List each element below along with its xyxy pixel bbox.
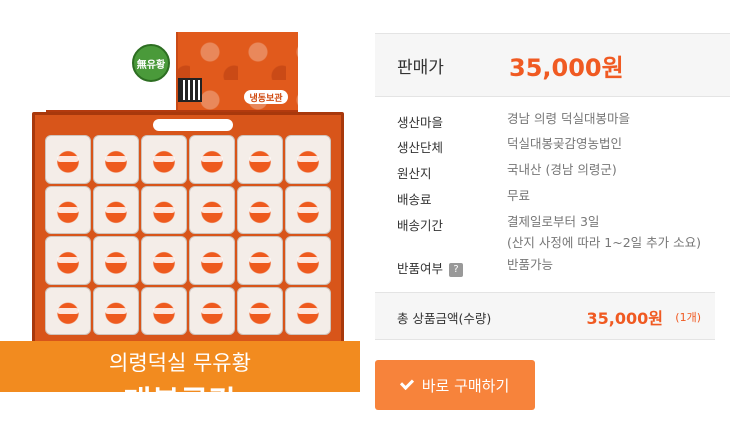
- persimmon-pack: [45, 236, 91, 285]
- spec-label: 생산마을: [397, 115, 444, 130]
- spec-label: 배송기간: [397, 218, 444, 233]
- price-value: 35,000원: [509, 54, 624, 82]
- spec-value: 결제일로부터 3일: [507, 214, 600, 229]
- persimmon-pack: [285, 135, 331, 184]
- caption-title: 대봉곶감: [0, 377, 360, 392]
- qr-code: [178, 78, 202, 102]
- caption-subtitle: 의령덕실 무유황: [109, 351, 251, 375]
- persimmon-pack: [141, 135, 187, 184]
- persimmon-pack: [93, 286, 139, 335]
- price-label: 판매가: [397, 58, 444, 78]
- persimmon-pack: [141, 185, 187, 234]
- persimmon-pack: [237, 135, 283, 184]
- spec-value: 경남 의령 덕실대봉마을: [507, 111, 630, 126]
- spec-label: 반품여부?: [397, 258, 464, 277]
- total-price-box: 총 상품금액(수량) 35,000원 (1개): [375, 292, 715, 340]
- spec-label: 배송료: [397, 192, 432, 207]
- persimmon-pack: [93, 135, 139, 184]
- spec-label: 생산단체: [397, 140, 444, 155]
- spec-value: 반품가능: [507, 257, 554, 272]
- total-quantity: (1개): [675, 311, 701, 324]
- buy-now-label: 바로 구매하기: [421, 376, 510, 395]
- gift-box-lid: 無유황 냉동보관: [46, 32, 298, 113]
- help-icon[interactable]: ?: [449, 263, 464, 277]
- product-info-panel: 판매가 35,000원 생산마을 경남 의령 덕실대봉마을 생산단체 덕실대봉곶…: [375, 0, 730, 424]
- lid-label-panel: 無유황: [46, 32, 202, 110]
- check-icon: [399, 375, 414, 391]
- persimmon-pack: [93, 236, 139, 285]
- total-label: 총 상품금액(수량): [397, 311, 492, 326]
- persimmon-pack: [93, 185, 139, 234]
- spec-value: 덕실대봉곶감영농법인: [507, 136, 623, 151]
- persimmon-pack: [45, 135, 91, 184]
- persimmon-pack: [189, 236, 235, 285]
- persimmon-tray: [32, 112, 344, 344]
- persimmon-pack: [237, 286, 283, 335]
- persimmon-pack: [285, 236, 331, 285]
- persimmon-pack: [237, 185, 283, 234]
- storage-tag: 냉동보관: [244, 90, 288, 104]
- price-box: 판매가 35,000원: [375, 33, 730, 97]
- product-image: 無유황 냉동보관 의령덕실 무유황: [0, 32, 360, 392]
- persimmon-pack: [141, 236, 187, 285]
- persimmon-pack: [189, 286, 235, 335]
- spec-value: 무료: [507, 188, 531, 203]
- persimmon-grid: [45, 135, 331, 335]
- spec-label-text: 반품여부: [397, 261, 444, 276]
- persimmon-pack: [45, 185, 91, 234]
- persimmon-pack: [45, 286, 91, 335]
- persimmon-pack: [141, 286, 187, 335]
- persimmon-pack: [237, 236, 283, 285]
- persimmon-pack: [285, 185, 331, 234]
- persimmon-pack: [189, 135, 235, 184]
- persimmon-pack: [285, 286, 331, 335]
- persimmon-pack: [189, 185, 235, 234]
- spec-label: 원산지: [397, 166, 432, 181]
- seal-text: 無유황: [136, 59, 166, 71]
- spec-value-note: (산지 사정에 따라 1~2일 추가 소요): [507, 235, 702, 250]
- spec-value: 국내산 (경남 의령군): [507, 162, 617, 177]
- product-caption: 의령덕실 무유황 대봉곶감: [0, 341, 360, 392]
- total-value: 35,000원: [586, 309, 663, 328]
- buy-now-button[interactable]: 바로 구매하기: [375, 360, 535, 410]
- tray-brand-label: [153, 119, 233, 131]
- no-sulfur-seal: 無유황: [132, 44, 170, 82]
